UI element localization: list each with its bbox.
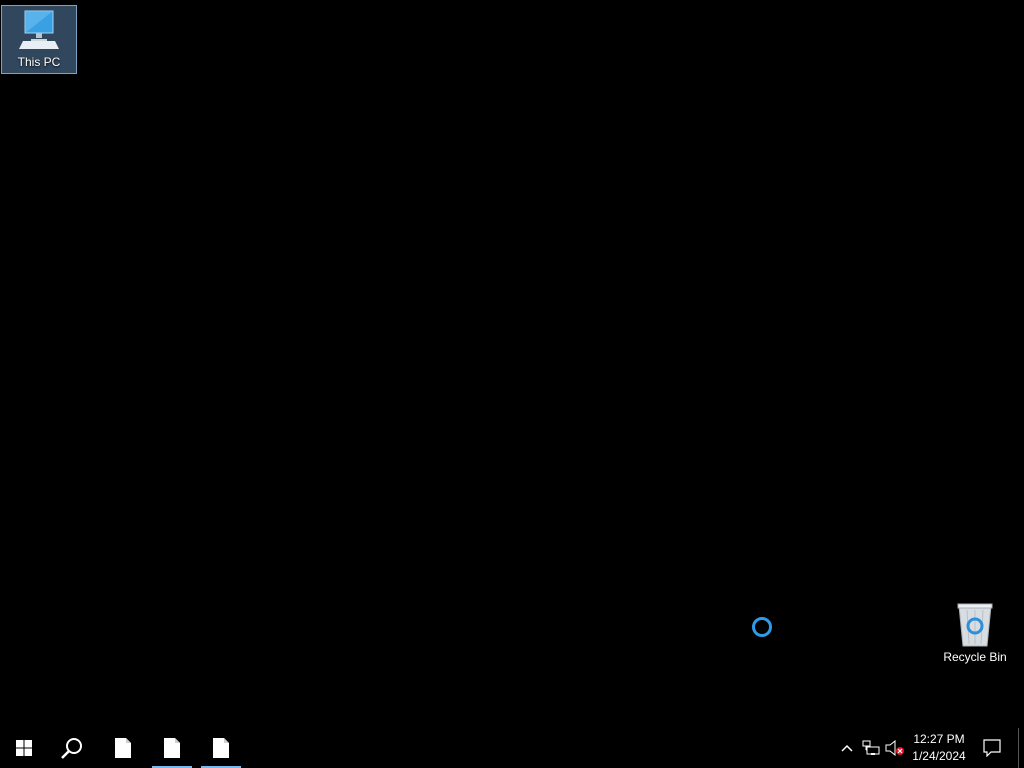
start-button[interactable] — [0, 728, 48, 768]
clock[interactable]: 12:27 PM 1/24/2024 — [906, 728, 972, 768]
desktop-icon-this-pc[interactable]: This PC — [1, 5, 77, 74]
this-pc-label: This PC — [17, 55, 61, 69]
network-icon — [862, 740, 880, 755]
show-hidden-icons-button[interactable] — [836, 728, 858, 768]
desktop[interactable]: This PC Recycle Bin — [0, 0, 1024, 728]
taskbar-app-document-1[interactable] — [100, 728, 146, 768]
search-button[interactable] — [48, 728, 96, 768]
volume-button[interactable] — [884, 728, 906, 768]
document-icon — [213, 738, 229, 758]
recycle-bin-label: Recycle Bin — [943, 650, 1007, 664]
taskbar-app-document-3[interactable] — [201, 728, 241, 768]
desktop-icon-recycle-bin[interactable]: Recycle Bin — [938, 600, 1012, 670]
notification-icon — [983, 739, 1001, 757]
network-button[interactable] — [860, 728, 882, 768]
recycle-bin-icon — [957, 603, 993, 647]
show-desktop-button[interactable] — [1018, 728, 1024, 768]
taskbar-app-document-2[interactable] — [152, 728, 192, 768]
clock-time: 12:27 PM — [913, 732, 965, 746]
taskbar: 12:27 PM 1/24/2024 — [0, 728, 1024, 768]
action-center-button[interactable] — [978, 728, 1006, 768]
document-icon — [115, 738, 131, 758]
document-icon — [164, 738, 180, 758]
search-icon — [61, 738, 82, 759]
volume-muted-icon — [885, 740, 904, 756]
busy-cursor-icon — [752, 617, 772, 637]
this-pc-icon — [19, 10, 59, 49]
chevron-up-icon — [841, 744, 853, 752]
windows-logo-icon — [16, 740, 32, 756]
clock-date: 1/24/2024 — [912, 749, 966, 763]
